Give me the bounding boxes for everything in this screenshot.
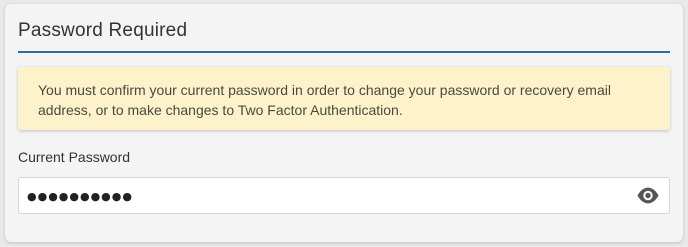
current-password-field[interactable] <box>18 177 670 214</box>
password-required-panel: Password Required You must confirm your … <box>5 4 683 242</box>
alert-message: You must confirm your current password i… <box>38 82 611 118</box>
eye-icon <box>637 187 659 204</box>
current-password-input[interactable] <box>27 184 617 208</box>
title-underline <box>18 51 670 53</box>
current-password-label: Current Password <box>18 149 131 165</box>
show-password-toggle[interactable] <box>636 186 660 205</box>
warning-alert: You must confirm your current password i… <box>18 67 670 130</box>
panel-title: Password Required <box>18 20 188 41</box>
